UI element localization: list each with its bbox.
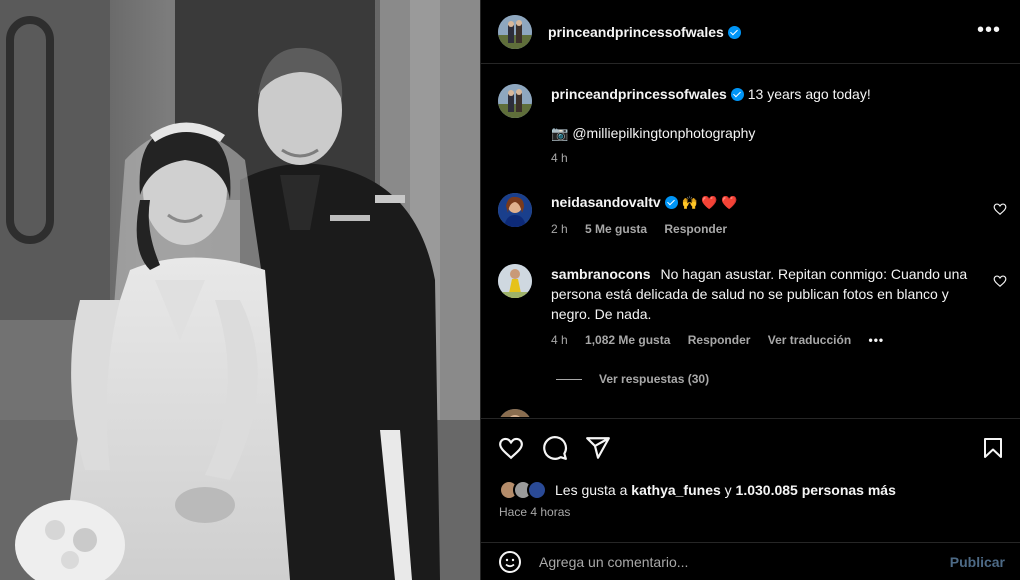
likes-text[interactable]: Les gusta a kathya_funes y 1.030.085 per… bbox=[555, 482, 896, 498]
comment-meta: 2 h 5 Me gusta Responder bbox=[551, 222, 741, 236]
verified-icon bbox=[727, 26, 741, 39]
emoji-icon[interactable] bbox=[498, 550, 522, 574]
caption-time: 4 h bbox=[551, 151, 582, 165]
caption-avatar[interactable] bbox=[498, 84, 532, 118]
post-side-panel: princeandprincessofwales ••• princeandpr… bbox=[480, 0, 1020, 580]
comment-avatar-image-3 bbox=[498, 409, 532, 417]
post-photo[interactable] bbox=[0, 0, 480, 580]
likes-count[interactable]: 1.030.085 personas más bbox=[736, 482, 896, 498]
comment-avatar[interactable] bbox=[498, 193, 532, 227]
photo-credit[interactable]: 📷 @milliepilkingtonphotography bbox=[551, 123, 991, 143]
likes-joiner: y bbox=[724, 482, 732, 498]
comment-item: sambranocons No hagan asustar. Repitan c… bbox=[551, 264, 971, 324]
comment-time: 2 h bbox=[551, 222, 568, 236]
likes-prefix: Les gusta a bbox=[555, 482, 628, 498]
liker-avatar bbox=[527, 480, 547, 500]
reply-button[interactable]: Responder bbox=[688, 333, 751, 347]
author-username[interactable]: princeandprincessofwales bbox=[548, 24, 741, 40]
comment-meta: 4 h 1,082 Me gusta Responder Ver traducc… bbox=[551, 333, 898, 347]
comment-more-icon[interactable]: ••• bbox=[869, 333, 885, 347]
share-icon[interactable] bbox=[585, 435, 611, 461]
comment-time: 4 h bbox=[551, 333, 568, 347]
add-comment-bar: Publicar bbox=[481, 542, 1020, 580]
post-actions: Les gusta a kathya_funes y 1.030.085 per… bbox=[481, 418, 1020, 542]
verified-icon bbox=[664, 196, 678, 209]
caption-avatar-image bbox=[498, 84, 532, 118]
comment-item: neidasandovaltv 🙌 ❤️ ❤️ bbox=[551, 192, 971, 213]
post-timestamp: Hace 4 horas bbox=[499, 505, 571, 519]
comment-icon[interactable] bbox=[542, 435, 568, 461]
author-username-text[interactable]: princeandprincessofwales bbox=[548, 24, 724, 40]
caption-username[interactable]: princeandprincessofwales bbox=[551, 86, 727, 102]
bookmark-icon[interactable] bbox=[981, 435, 1005, 461]
publish-button[interactable]: Publicar bbox=[950, 554, 1005, 570]
comments-list[interactable]: princeandprincessofwales 13 years ago to… bbox=[481, 65, 1020, 417]
comment-avatar-image-2 bbox=[498, 264, 532, 298]
caption: princeandprincessofwales 13 years ago to… bbox=[551, 84, 991, 104]
post-header: princeandprincessofwales ••• bbox=[481, 0, 1020, 64]
author-avatar[interactable] bbox=[498, 15, 532, 49]
view-replies-button[interactable]: Ver respuestas (30) bbox=[599, 372, 709, 386]
likes-summary[interactable]: Les gusta a kathya_funes y 1.030.085 per… bbox=[499, 479, 896, 501]
heart-icon[interactable] bbox=[993, 274, 1007, 288]
translate-button[interactable]: Ver traducción bbox=[768, 333, 851, 347]
comment-likes-count[interactable]: 5 Me gusta bbox=[585, 222, 647, 236]
comment-avatar[interactable] bbox=[498, 409, 532, 417]
replies-divider bbox=[556, 379, 582, 380]
heart-icon[interactable] bbox=[993, 202, 1007, 216]
comment-input[interactable] bbox=[539, 551, 919, 573]
author-avatar-image bbox=[498, 15, 532, 49]
comment-username[interactable]: neidasandovaltv bbox=[551, 194, 661, 210]
caption-time-text: 4 h bbox=[551, 151, 568, 165]
comment-username[interactable]: sambranocons bbox=[551, 266, 651, 282]
reply-button[interactable]: Responder bbox=[664, 222, 727, 236]
comment-avatar[interactable] bbox=[498, 264, 532, 298]
caption-text: 13 years ago today! bbox=[747, 86, 871, 102]
comment-likes-count[interactable]: 1,082 Me gusta bbox=[585, 333, 670, 347]
likes-user[interactable]: kathya_funes bbox=[631, 482, 720, 498]
more-options-icon[interactable]: ••• bbox=[977, 20, 1001, 40]
comment-text: 🙌 ❤️ ❤️ bbox=[681, 195, 738, 210]
heart-icon[interactable] bbox=[498, 435, 524, 461]
verified-icon bbox=[730, 88, 744, 101]
post-modal: princeandprincessofwales ••• princeandpr… bbox=[0, 0, 1020, 580]
comment-avatar-image-1 bbox=[498, 193, 532, 227]
wedding-photo-illustration bbox=[0, 0, 480, 580]
